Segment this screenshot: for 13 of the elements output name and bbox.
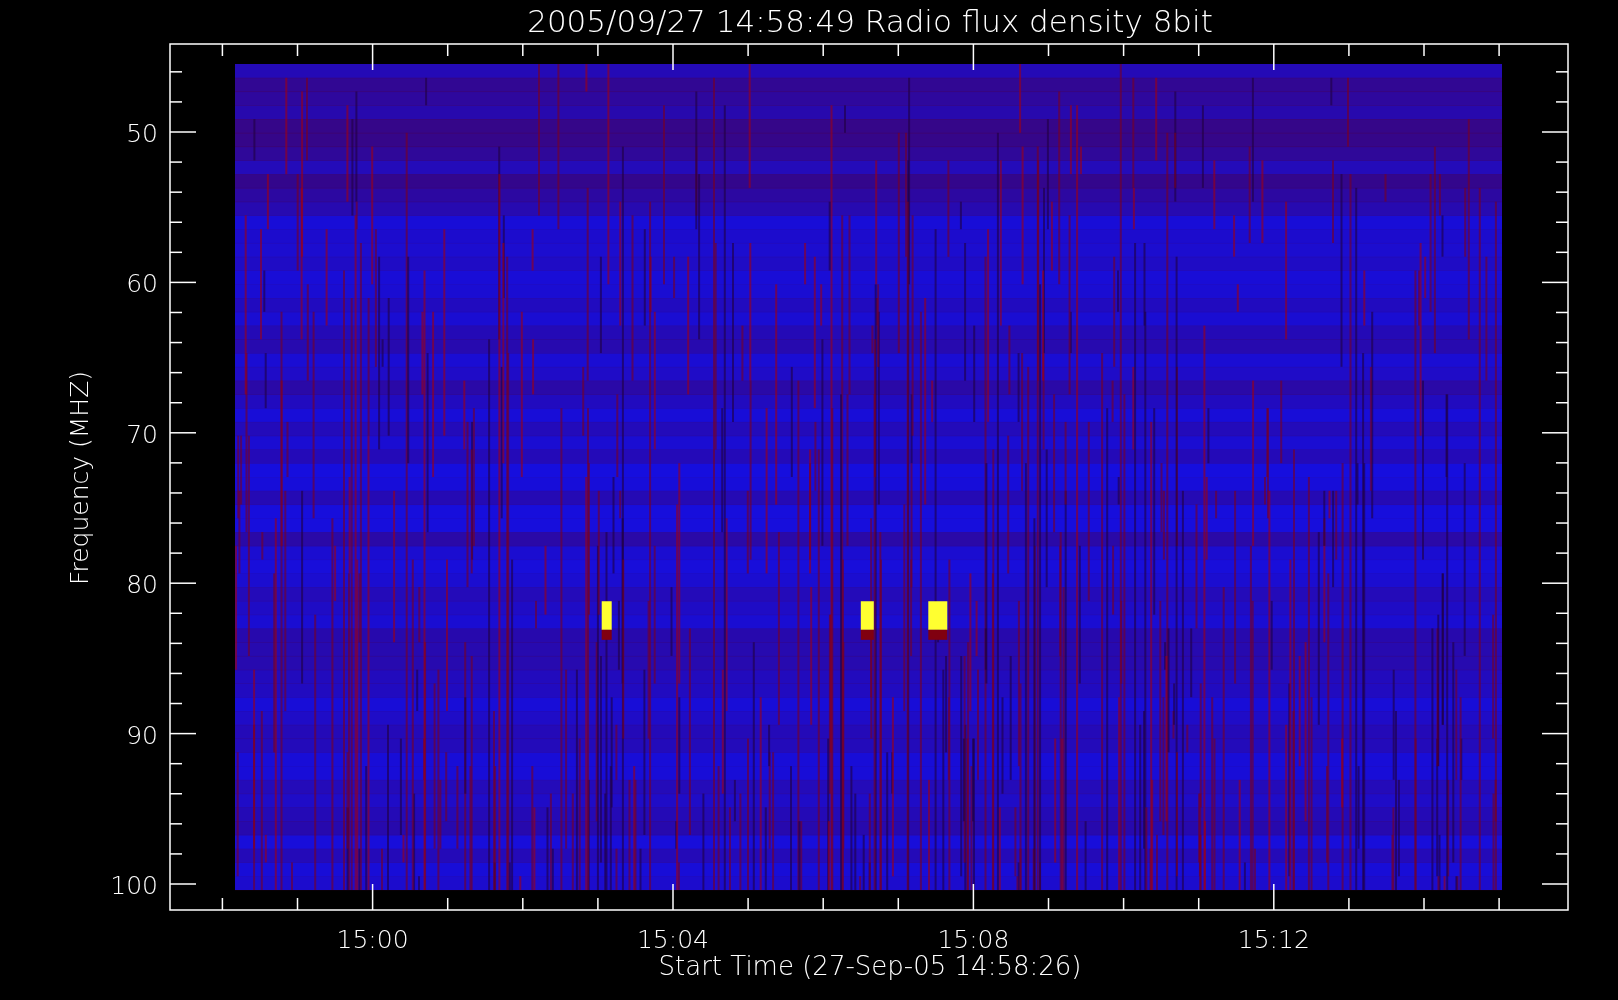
y-axis-label: Frequency (MHZ) [65, 370, 94, 586]
x-tick-label: 15:12 [1237, 925, 1310, 954]
x-tick-label: 15:04 [637, 925, 709, 954]
x-tick-label: 15:00 [336, 925, 409, 954]
x-axis-label: Start Time (27-Sep-05 14:58:26) [658, 951, 1082, 981]
y-tick-label: 60 [126, 269, 158, 299]
y-tick-label: 80 [126, 570, 158, 600]
y-tick-label: 50 [126, 119, 158, 148]
chart-title: 2005/09/27 14:58:49 Radio flux density 8bit [527, 3, 1213, 39]
x-tick-label: 15:08 [937, 925, 1010, 954]
y-tick-label: 90 [126, 720, 158, 750]
y-tick-label: 70 [126, 419, 158, 449]
y-tick-label: 100 [110, 871, 158, 900]
